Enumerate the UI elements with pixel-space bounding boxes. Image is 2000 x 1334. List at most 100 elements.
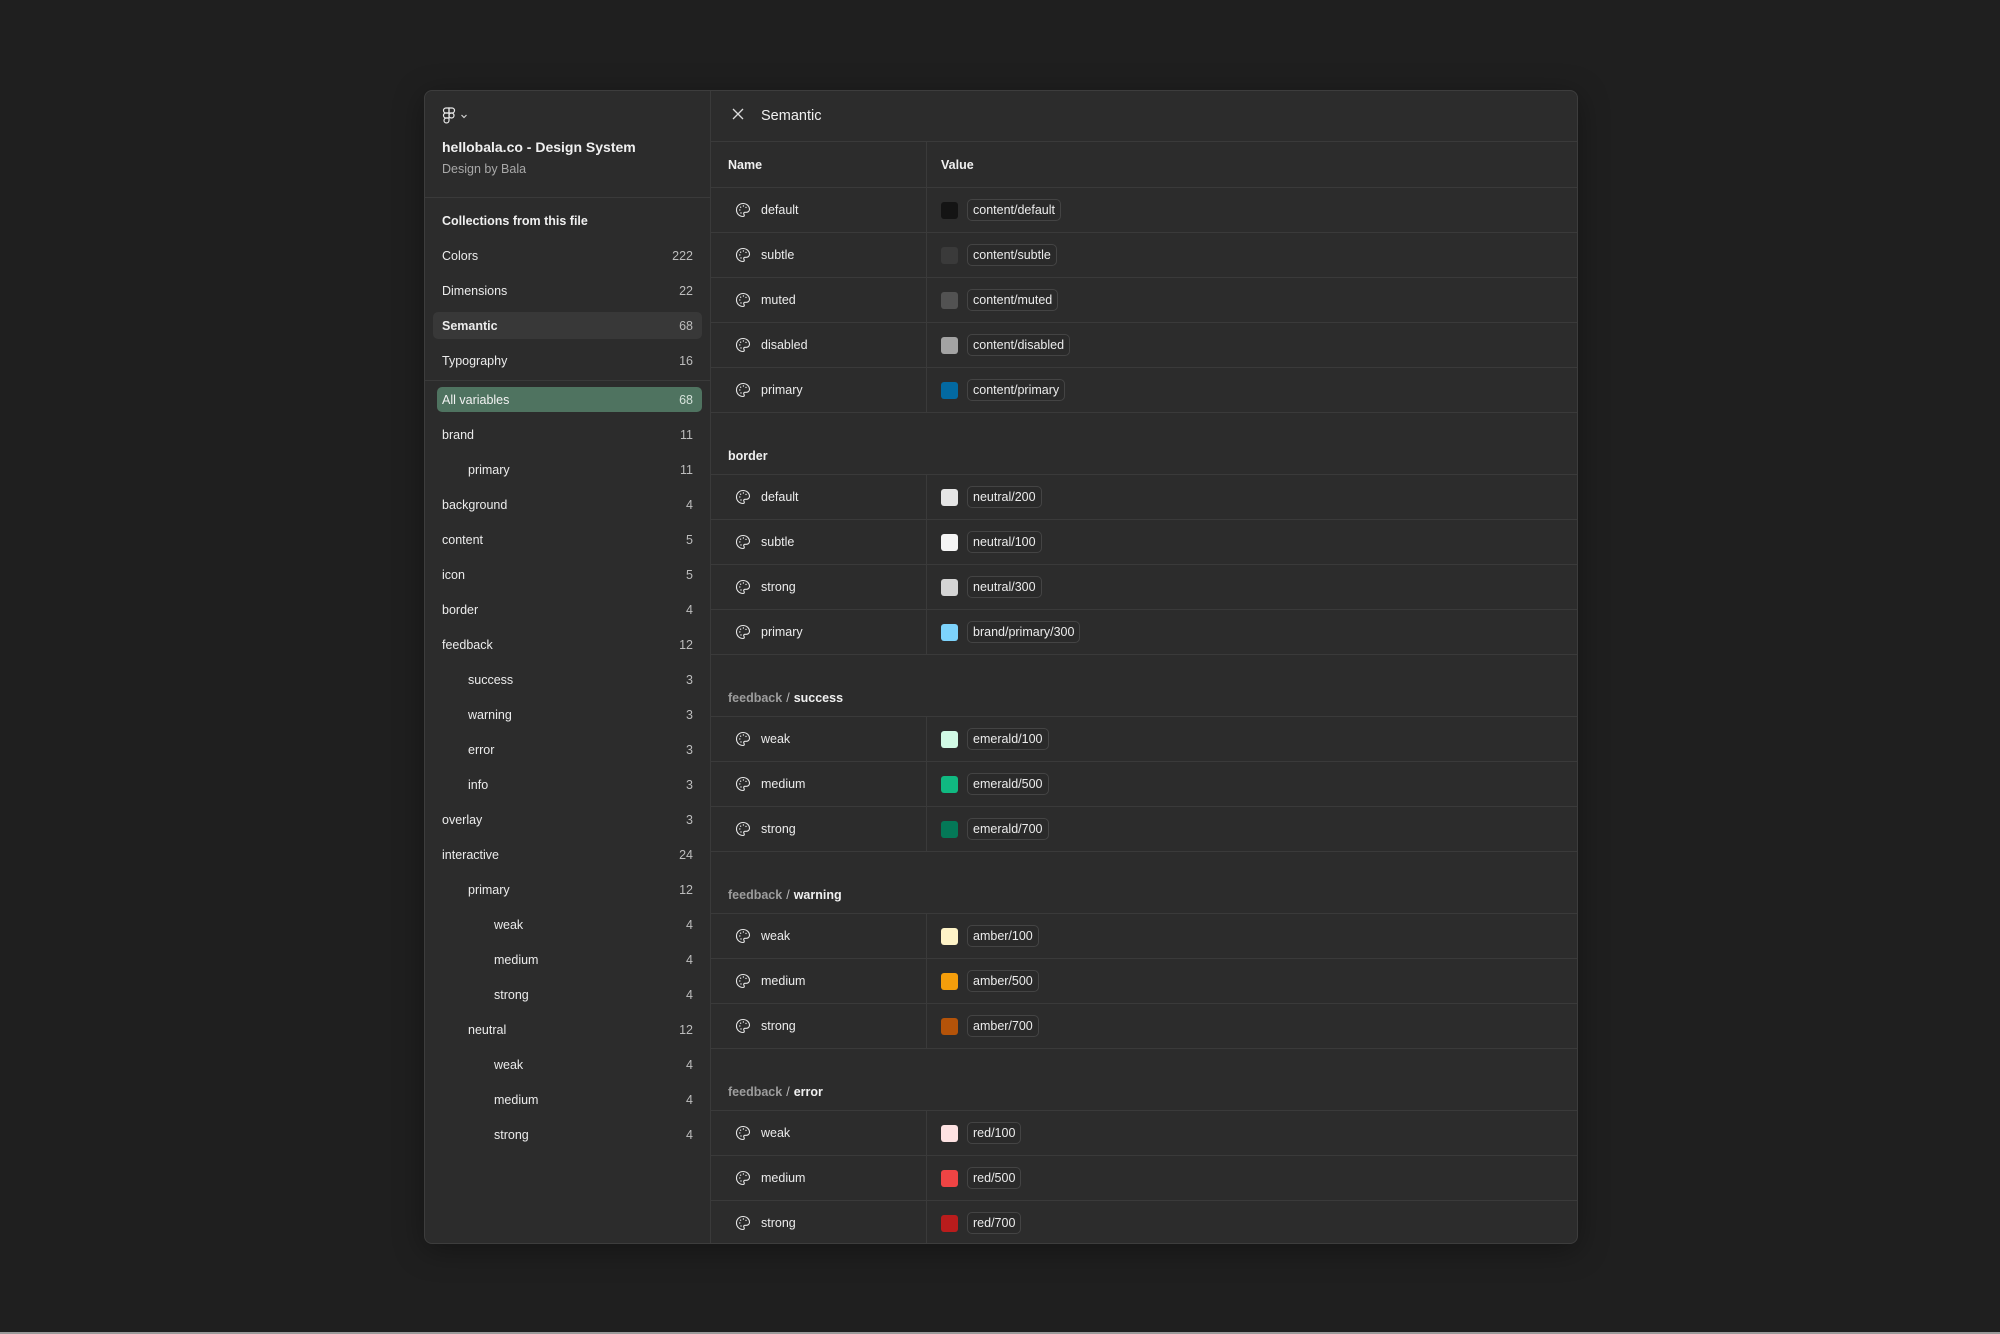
- alias-chip[interactable]: neutral/300: [967, 576, 1042, 598]
- collection-item-colors[interactable]: Colors 222: [433, 242, 702, 269]
- color-swatch[interactable]: [941, 623, 958, 641]
- color-swatch[interactable]: [941, 488, 958, 506]
- variable-value-cell[interactable]: content/primary: [927, 368, 1577, 412]
- variable-name-cell[interactable]: weak: [711, 1111, 927, 1155]
- variable-row[interactable]: disabled content/disabled: [711, 323, 1577, 368]
- variable-row[interactable]: medium amber/500: [711, 959, 1577, 1004]
- variable-name-cell[interactable]: strong: [711, 1201, 927, 1243]
- color-swatch[interactable]: [941, 246, 958, 264]
- variable-value-cell[interactable]: brand/primary/300: [927, 610, 1577, 654]
- group-item-neutral[interactable]: neutral 12: [433, 1017, 702, 1042]
- variable-name-cell[interactable]: medium: [711, 762, 927, 806]
- group-item-content[interactable]: content 5: [433, 527, 702, 552]
- collection-item-typography[interactable]: Typography 16: [433, 347, 702, 374]
- color-swatch[interactable]: [941, 291, 958, 309]
- variable-row[interactable]: weak amber/100: [711, 914, 1577, 959]
- color-swatch[interactable]: [941, 730, 958, 748]
- alias-chip[interactable]: red/500: [967, 1167, 1022, 1189]
- column-header-name[interactable]: Name: [711, 142, 927, 187]
- close-button[interactable]: [728, 106, 748, 126]
- variable-value-cell[interactable]: amber/100: [927, 914, 1577, 958]
- group-item-primary[interactable]: primary 11: [433, 457, 702, 482]
- collection-item-dimensions[interactable]: Dimensions 22: [433, 277, 702, 304]
- variable-value-cell[interactable]: amber/500: [927, 959, 1577, 1003]
- group-item-weak[interactable]: weak 4: [433, 1052, 702, 1077]
- variable-value-cell[interactable]: amber/700: [927, 1004, 1577, 1048]
- variable-name-cell[interactable]: default: [711, 188, 927, 232]
- alias-chip[interactable]: amber/700: [967, 1015, 1039, 1037]
- variable-value-cell[interactable]: red/500: [927, 1156, 1577, 1200]
- group-item-error[interactable]: error 3: [433, 737, 702, 762]
- alias-chip[interactable]: red/100: [967, 1122, 1022, 1144]
- variable-name-cell[interactable]: weak: [711, 914, 927, 958]
- variable-row[interactable]: strong amber/700: [711, 1004, 1577, 1049]
- variable-value-cell[interactable]: content/disabled: [927, 323, 1577, 367]
- alias-chip[interactable]: content/primary: [967, 379, 1066, 401]
- group-item-medium[interactable]: medium 4: [433, 1087, 702, 1112]
- alias-chip[interactable]: emerald/500: [967, 773, 1049, 795]
- color-swatch[interactable]: [941, 1124, 958, 1142]
- variable-name-cell[interactable]: weak: [711, 717, 927, 761]
- variable-row[interactable]: strong red/700: [711, 1201, 1577, 1243]
- color-swatch[interactable]: [941, 533, 958, 551]
- variable-name-cell[interactable]: subtle: [711, 520, 927, 564]
- color-swatch[interactable]: [941, 336, 958, 354]
- variable-name-cell[interactable]: default: [711, 475, 927, 519]
- group-item-weak[interactable]: weak 4: [433, 912, 702, 937]
- alias-chip[interactable]: neutral/200: [967, 486, 1042, 508]
- variable-value-cell[interactable]: red/100: [927, 1111, 1577, 1155]
- alias-chip[interactable]: content/muted: [967, 289, 1059, 311]
- variable-row[interactable]: weak red/100: [711, 1111, 1577, 1156]
- variable-row[interactable]: strong neutral/300: [711, 565, 1577, 610]
- alias-chip[interactable]: amber/100: [967, 925, 1039, 947]
- variable-name-cell[interactable]: strong: [711, 565, 927, 609]
- variable-name-cell[interactable]: disabled: [711, 323, 927, 367]
- group-item-icon[interactable]: icon 5: [433, 562, 702, 587]
- variable-row[interactable]: default neutral/200: [711, 475, 1577, 520]
- color-swatch[interactable]: [941, 578, 958, 596]
- variable-row[interactable]: medium emerald/500: [711, 762, 1577, 807]
- group-item-strong[interactable]: strong 4: [433, 1122, 702, 1147]
- column-header-value[interactable]: Value: [927, 142, 1577, 187]
- alias-chip[interactable]: content/subtle: [967, 244, 1057, 266]
- variable-name-cell[interactable]: strong: [711, 1004, 927, 1048]
- group-item-success[interactable]: success 3: [433, 667, 702, 692]
- variable-row[interactable]: default content/default: [711, 188, 1577, 233]
- variable-name-cell[interactable]: muted: [711, 278, 927, 322]
- collection-item-semantic[interactable]: Semantic 68: [433, 312, 702, 339]
- alias-chip[interactable]: emerald/700: [967, 818, 1049, 840]
- variable-row[interactable]: weak emerald/100: [711, 717, 1577, 762]
- variable-value-cell[interactable]: red/700: [927, 1201, 1577, 1243]
- variable-value-cell[interactable]: emerald/100: [927, 717, 1577, 761]
- variable-name-cell[interactable]: primary: [711, 368, 927, 412]
- group-item-background[interactable]: background 4: [433, 492, 702, 517]
- alias-chip[interactable]: emerald/100: [967, 728, 1049, 750]
- group-item-all-variables[interactable]: All variables 68: [437, 387, 702, 412]
- variable-value-cell[interactable]: content/default: [927, 188, 1577, 232]
- variable-row[interactable]: subtle neutral/100: [711, 520, 1577, 565]
- group-item-border[interactable]: border 4: [433, 597, 702, 622]
- color-swatch[interactable]: [941, 972, 958, 990]
- color-swatch[interactable]: [941, 1214, 958, 1232]
- variable-value-cell[interactable]: neutral/100: [927, 520, 1577, 564]
- color-swatch[interactable]: [941, 1017, 958, 1035]
- alias-chip[interactable]: red/700: [967, 1212, 1022, 1234]
- variable-row[interactable]: subtle content/subtle: [711, 233, 1577, 278]
- variable-row[interactable]: primary brand/primary/300: [711, 610, 1577, 655]
- variable-value-cell[interactable]: content/muted: [927, 278, 1577, 322]
- group-item-info[interactable]: info 3: [433, 772, 702, 797]
- variable-name-cell[interactable]: subtle: [711, 233, 927, 277]
- variable-row[interactable]: muted content/muted: [711, 278, 1577, 323]
- file-menu-button[interactable]: [442, 105, 693, 127]
- alias-chip[interactable]: brand/primary/300: [967, 621, 1081, 643]
- variable-value-cell[interactable]: neutral/200: [927, 475, 1577, 519]
- alias-chip[interactable]: amber/500: [967, 970, 1039, 992]
- color-swatch[interactable]: [941, 381, 958, 399]
- color-swatch[interactable]: [941, 775, 958, 793]
- group-item-interactive[interactable]: interactive 24: [433, 842, 702, 867]
- color-swatch[interactable]: [941, 201, 958, 219]
- alias-chip[interactable]: neutral/100: [967, 531, 1042, 553]
- variable-name-cell[interactable]: medium: [711, 1156, 927, 1200]
- variable-name-cell[interactable]: primary: [711, 610, 927, 654]
- group-item-strong[interactable]: strong 4: [433, 982, 702, 1007]
